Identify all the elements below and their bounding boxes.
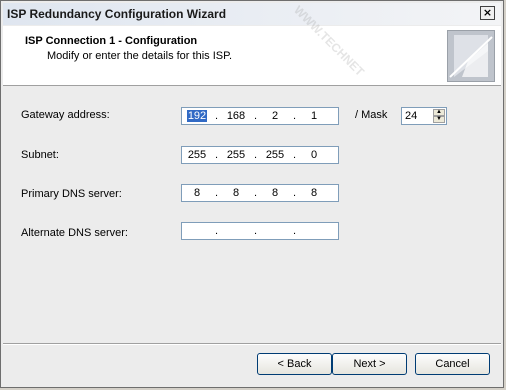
- ip-octet: 1: [310, 110, 318, 122]
- primary-dns-input[interactable]: 8 . 8 . 8 . 8: [181, 184, 339, 202]
- ip-octet: 8: [310, 187, 318, 199]
- page-subtitle: Modify or enter the details for this ISP…: [47, 50, 233, 62]
- mask-value: 24: [405, 110, 418, 122]
- spin-down-icon[interactable]: ▼: [433, 116, 445, 123]
- alternate-dns-input[interactable]: . . .: [181, 222, 339, 240]
- form-area: Gateway address: 192 . 168 . 2 . 1 / Mas…: [3, 86, 501, 336]
- window-title: ISP Redundancy Configuration Wizard: [7, 7, 227, 21]
- ip-octet: 255: [187, 149, 207, 161]
- back-button[interactable]: < Back: [257, 353, 332, 375]
- spin-up-icon[interactable]: ▲: [433, 109, 445, 116]
- wizard-window: ISP Redundancy Configuration Wizard × IS…: [0, 0, 504, 388]
- primary-dns-label: Primary DNS server:: [21, 188, 122, 200]
- ip-octet: 0: [310, 149, 318, 161]
- ip-octet: 2: [271, 110, 279, 122]
- ip-octet: 8: [271, 187, 279, 199]
- mask-spinner[interactable]: 24 ▲ ▼: [401, 107, 447, 125]
- gateway-address-input[interactable]: 192 . 168 . 2 . 1: [181, 107, 339, 125]
- next-button[interactable]: Next >: [332, 353, 407, 375]
- close-icon: ×: [482, 6, 493, 19]
- cancel-button[interactable]: Cancel: [415, 353, 490, 375]
- wizard-logo-icon: [447, 30, 495, 82]
- ip-octet: 168: [226, 110, 246, 122]
- wizard-header: ISP Connection 1 - Configuration Modify …: [3, 26, 501, 86]
- gateway-label: Gateway address:: [21, 109, 110, 121]
- ip-octet: 8: [193, 187, 201, 199]
- mask-label: / Mask: [355, 109, 388, 121]
- ip-octet: 255: [265, 149, 285, 161]
- ip-octet: 192: [186, 110, 208, 122]
- ip-octet: 255: [226, 149, 246, 161]
- subnet-input[interactable]: 255 . 255 . 255 . 0: [181, 146, 339, 164]
- footer-divider: [3, 343, 501, 345]
- close-button[interactable]: ×: [480, 6, 495, 20]
- ip-octet: 8: [232, 187, 240, 199]
- page-title: ISP Connection 1 - Configuration: [25, 35, 198, 47]
- subnet-label: Subnet:: [21, 149, 59, 161]
- title-bar[interactable]: ISP Redundancy Configuration Wizard ×: [3, 3, 501, 25]
- alternate-dns-label: Alternate DNS server:: [21, 227, 128, 239]
